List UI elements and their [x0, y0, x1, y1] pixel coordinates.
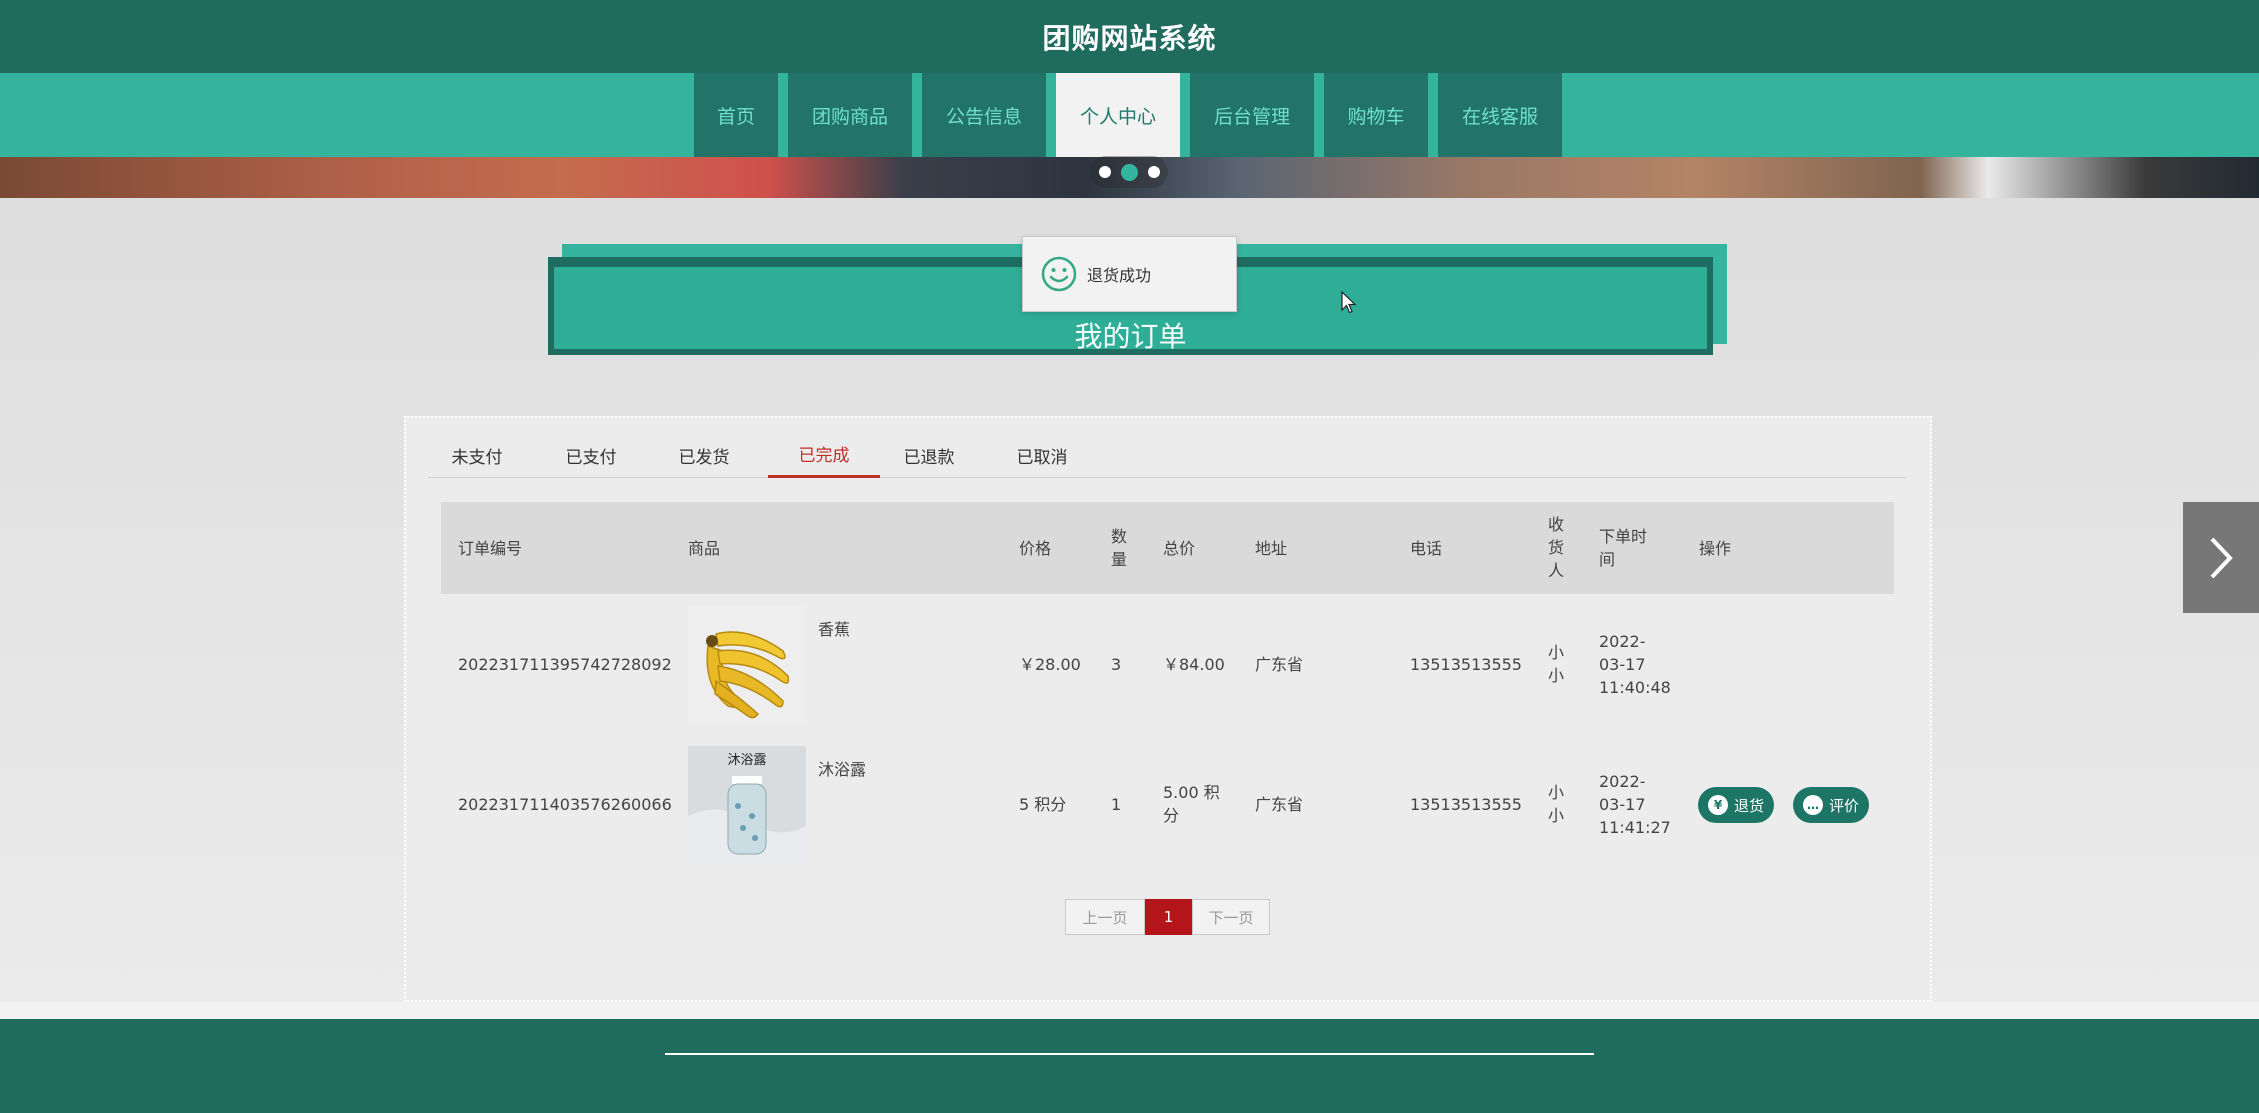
yen-icon: ¥: [1708, 795, 1728, 815]
product-name[interactable]: 沐浴露: [818, 758, 866, 781]
nav-item-announcements[interactable]: 公告信息: [922, 73, 1046, 157]
th-product: 商品: [688, 539, 721, 558]
address: 广东省: [1255, 655, 1304, 674]
th-total: 总价: [1163, 539, 1196, 558]
total-price: ￥84.00: [1163, 655, 1225, 674]
th-receiver: 收货人: [1548, 515, 1565, 580]
next-page-button[interactable]: 下一页: [1192, 899, 1270, 935]
price: ￥28.00: [1019, 655, 1081, 674]
toast-message: 退货成功: [1022, 236, 1237, 312]
review-button[interactable]: … 评价: [1793, 787, 1870, 823]
footer-divider: [0, 1002, 2259, 1019]
banana-image[interactable]: [688, 606, 806, 724]
th-price: 价格: [1019, 539, 1052, 558]
order-time: 2022- 03-17 11:41:27: [1599, 772, 1671, 837]
carousel-next-button[interactable]: [2183, 502, 2259, 613]
site-title: 团购网站系统: [1042, 21, 1217, 55]
prev-page-button[interactable]: 上一页: [1065, 899, 1145, 935]
quantity: 1: [1111, 795, 1122, 814]
nav-item-home[interactable]: 首页: [694, 73, 778, 157]
footer-line: [665, 1053, 1594, 1055]
chevron-right-icon: [2210, 537, 2233, 578]
shower-gel-image[interactable]: 沐浴露: [688, 746, 806, 864]
th-order-time: 下单时间: [1599, 527, 1648, 569]
toast-text: 退货成功: [1087, 266, 1152, 285]
tab-completed[interactable]: 已完成: [768, 432, 880, 478]
svg-text:沐浴露: 沐浴露: [727, 753, 766, 768]
nav-item-personal-center[interactable]: 个人中心: [1056, 73, 1180, 157]
mouse-cursor-icon: [1341, 291, 1357, 314]
nav-item-group-products[interactable]: 团购商品: [788, 73, 912, 157]
tab-cancelled[interactable]: 已取消: [1003, 432, 1081, 478]
main-nav: 首页 团购商品 公告信息 个人中心 后台管理 购物车 在线客服: [0, 73, 2259, 157]
address: 广东省: [1255, 795, 1304, 814]
phone: 13513513555: [1410, 795, 1522, 814]
carousel-dot-active[interactable]: [1120, 163, 1138, 181]
page-1-button[interactable]: 1: [1145, 899, 1192, 935]
receiver: 小小: [1548, 643, 1565, 685]
tab-paid[interactable]: 已支付: [552, 432, 630, 478]
price: 5 积分: [1019, 795, 1067, 814]
carousel-dot[interactable]: [1098, 166, 1111, 178]
quantity: 3: [1111, 655, 1122, 674]
site-footer: [0, 1019, 2259, 1113]
product-name[interactable]: 香蕉: [818, 618, 850, 641]
nav-item-cart[interactable]: 购物车: [1324, 73, 1428, 157]
order-no: 202231711403576260066: [458, 795, 672, 814]
return-button[interactable]: ¥ 退货: [1698, 787, 1775, 823]
site-header: 团购网站系统: [0, 0, 2259, 73]
order-status-tabs: 未支付 已支付 已发货 已完成 已退款 已取消: [428, 432, 1906, 478]
nav-item-customer-service[interactable]: 在线客服: [1438, 73, 1562, 157]
smile-icon: [1041, 256, 1077, 292]
th-order-no: 订单编号: [458, 539, 523, 558]
order-no: 202231711395742728092: [458, 655, 672, 674]
phone: 13513513555: [1410, 655, 1522, 674]
nav-item-admin[interactable]: 后台管理: [1190, 73, 1314, 157]
tab-shipped[interactable]: 已发货: [665, 432, 743, 478]
carousel-dot[interactable]: [1147, 166, 1160, 178]
total-price: 5.00 积分: [1163, 783, 1220, 825]
page-title: 我的订单: [1074, 320, 1187, 353]
comment-icon: …: [1803, 795, 1823, 815]
carousel-dots: [1090, 156, 1168, 188]
tab-unpaid[interactable]: 未支付: [438, 432, 516, 478]
receiver: 小小: [1548, 783, 1565, 825]
th-qty: 数量: [1111, 527, 1128, 569]
th-address: 地址: [1255, 539, 1288, 558]
tab-refunded[interactable]: 已退款: [890, 432, 968, 478]
order-time: 2022- 03-17 11:40:48: [1599, 632, 1671, 697]
th-phone: 电话: [1410, 539, 1443, 558]
th-action: 操作: [1699, 539, 1732, 558]
